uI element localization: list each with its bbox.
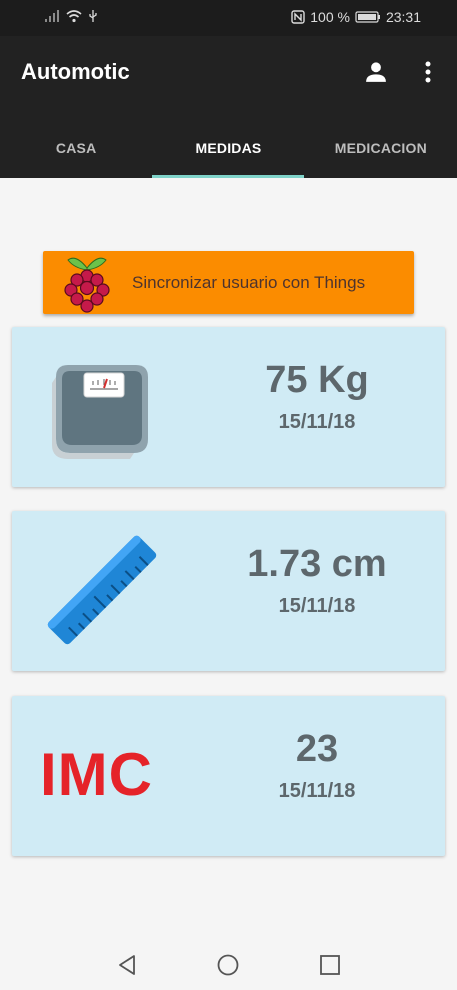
imc-date: 15/11/18 — [278, 780, 356, 802]
app-bar: Automotic — [0, 36, 457, 108]
battery-icon — [355, 11, 380, 23]
nav-back-button[interactable] — [115, 952, 141, 978]
battery-percent: 100 % — [310, 9, 350, 25]
tab-indicator — [152, 175, 304, 178]
back-icon — [119, 955, 135, 975]
tab-casa[interactable]: CASA — [0, 108, 152, 178]
scale-icon — [52, 365, 148, 459]
app-title: Automotic — [21, 59, 130, 84]
home-icon — [217, 954, 239, 976]
raspberry-pi-icon — [64, 257, 110, 313]
nav-recents-button[interactable] — [317, 952, 343, 978]
status-bar: 100 % 23:31 — [0, 0, 457, 36]
weight-card[interactable]: 75 Kg 15/11/18 — [12, 327, 445, 487]
weight-date: 15/11/18 — [278, 411, 356, 433]
height-date: 15/11/18 — [278, 595, 356, 617]
usb-icon — [89, 10, 97, 22]
sync-things-button[interactable]: Sincronizar usuario con Things — [43, 251, 414, 314]
signal-icon — [45, 10, 59, 22]
status-time: 23:31 — [385, 9, 421, 25]
account-button[interactable] — [362, 58, 390, 86]
account-icon — [366, 62, 386, 82]
nav-home-button[interactable] — [215, 952, 241, 978]
status-right-icons: 100 % 23:31 — [291, 9, 421, 25]
imc-label: IMC — [40, 741, 153, 808]
status-left-icons — [44, 9, 98, 23]
imc-value: 23 — [295, 728, 339, 770]
system-nav-bar — [0, 940, 457, 990]
tab-medidas[interactable]: MEDIDAS — [152, 108, 304, 178]
tab-medicacion[interactable]: MEDICACION — [305, 108, 457, 178]
sync-label: Sincronizar usuario con Things — [132, 273, 366, 292]
height-card[interactable]: 1.73 cm 15/11/18 — [12, 511, 445, 671]
nfc-icon — [291, 10, 305, 24]
wifi-icon — [66, 10, 82, 23]
more-vert-icon — [425, 61, 431, 83]
overflow-menu-button[interactable] — [416, 58, 440, 86]
imc-card[interactable]: IMC 23 15/11/18 — [12, 696, 445, 856]
ruler-icon — [47, 535, 157, 645]
height-value: 1.73 cm — [247, 543, 387, 585]
recents-icon — [320, 955, 340, 975]
tab-bar: CASA MEDIDAS MEDICACION — [0, 108, 457, 178]
weight-value: 75 Kg — [265, 359, 369, 401]
